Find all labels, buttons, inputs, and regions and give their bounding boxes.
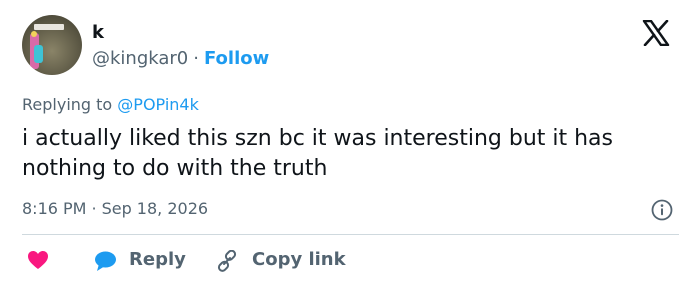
- author-display-name[interactable]: k: [92, 22, 104, 44]
- tweet-time: 8:16 PM: [22, 199, 87, 218]
- chat-bubble-icon[interactable]: [93, 250, 117, 272]
- heart-icon[interactable]: [27, 250, 49, 270]
- separator-dot: ·: [193, 48, 199, 69]
- separator-dot: ·: [91, 199, 97, 218]
- x-logo-icon[interactable]: [642, 20, 670, 46]
- reply-button[interactable]: Reply: [129, 248, 186, 272]
- tweet-timestamp[interactable]: 8:16 PM · Sep 18, 2026: [22, 198, 208, 220]
- author-handle[interactable]: @kingkar0: [92, 48, 188, 69]
- tweet-date: Sep 18, 2026: [101, 199, 209, 218]
- avatar-figure-graphic: [34, 45, 43, 63]
- author-handle-row: @kingkar0 · Follow: [92, 48, 269, 70]
- replying-to-mention[interactable]: @POPin4k: [117, 95, 199, 114]
- avatar[interactable]: [22, 15, 82, 75]
- replying-to-line: Replying to @POPin4k: [22, 95, 199, 115]
- tweet-text: i actually liked this szn bc it was inte…: [22, 126, 614, 181]
- avatar-figure-graphic: [31, 31, 37, 37]
- link-icon[interactable]: [216, 250, 238, 272]
- follow-button[interactable]: Follow: [204, 48, 269, 69]
- copy-link-button[interactable]: Copy link: [252, 248, 346, 272]
- info-icon[interactable]: [651, 199, 673, 221]
- replying-to-prefix: Replying to: [22, 95, 113, 114]
- divider: [22, 234, 679, 235]
- avatar-sign-graphic: [34, 24, 64, 30]
